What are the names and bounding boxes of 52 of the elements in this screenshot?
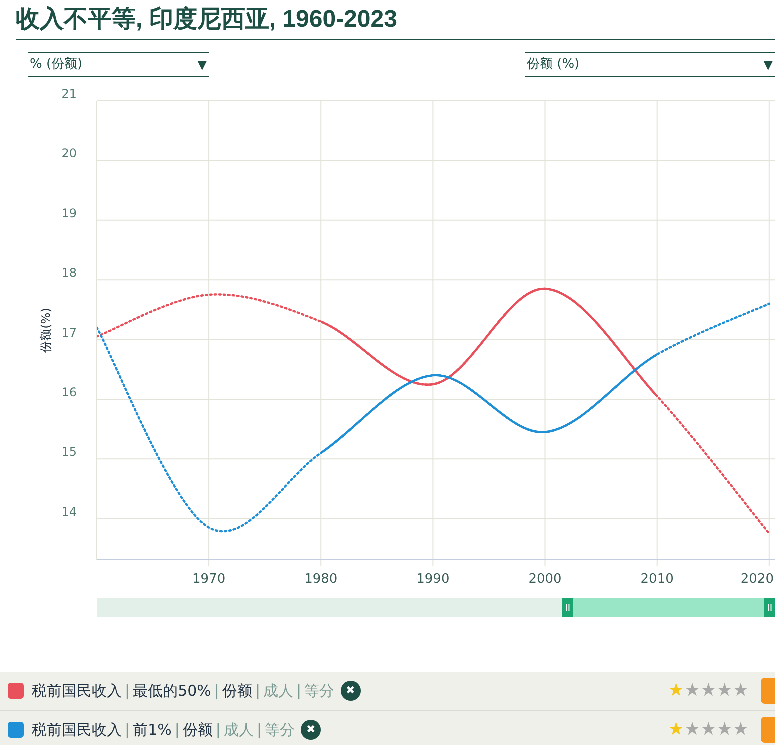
- separator: |: [125, 720, 130, 741]
- series-label-part: 份额: [222, 680, 252, 702]
- y-axis-label: 份额(%): [39, 308, 53, 353]
- x-tick-label: 2020: [740, 572, 774, 587]
- separator: |: [125, 680, 130, 702]
- star-icon[interactable]: ★: [732, 682, 749, 700]
- y-tick-label: 21: [62, 87, 77, 101]
- series-label-part: 税前国民收入: [32, 680, 122, 702]
- star-icon[interactable]: ★: [684, 682, 701, 700]
- series-label-part: 等分: [265, 720, 296, 741]
- star-icon[interactable]: ★: [716, 682, 733, 700]
- separator: |: [255, 680, 261, 702]
- star-icon[interactable]: ★: [700, 682, 717, 700]
- unit-dropdown[interactable]: 份额 (%) ▼: [525, 52, 775, 77]
- star-icon[interactable]: ★: [668, 721, 684, 739]
- star-icon[interactable]: ★: [700, 721, 717, 739]
- slider-handle[interactable]: [562, 598, 574, 617]
- star-icon[interactable]: ★: [716, 721, 733, 739]
- star-icon[interactable]: ★: [684, 721, 701, 739]
- slider-handle[interactable]: [764, 598, 775, 617]
- y-tick-label: 20: [62, 146, 77, 161]
- series-label-part: 税前国民收入: [32, 720, 122, 741]
- x-tick-label: 1980: [304, 572, 338, 587]
- separator: |: [174, 720, 180, 741]
- x-tick-label: 1990: [416, 572, 450, 587]
- separator: |: [296, 680, 302, 702]
- series-label-part: 份额: [182, 720, 213, 741]
- series-label-part: 成人: [224, 720, 254, 741]
- page-title: 收入不平等, 印度尼西亚, 1960-2023: [16, 0, 775, 40]
- caret-icon: ▼: [764, 56, 773, 74]
- y-tick-label: 19: [62, 206, 77, 220]
- series-label-part: 成人: [264, 680, 294, 702]
- star-icon[interactable]: ★: [668, 682, 684, 700]
- x-tick-label: 2010: [640, 572, 674, 587]
- unit-dropdown[interactable]: % (份额) ▼: [28, 52, 209, 77]
- caret-icon: ▼: [198, 56, 207, 74]
- close-icon[interactable]: ✖: [301, 720, 322, 740]
- separator: |: [216, 720, 221, 741]
- series-label-part: 前1%: [133, 720, 172, 741]
- series-label-part: 最低的50%: [133, 680, 212, 702]
- separator: |: [214, 680, 220, 702]
- y-tick-label: 16: [62, 385, 77, 400]
- y-tick-label: 15: [62, 445, 77, 460]
- separator: |: [256, 720, 262, 741]
- y-tick-label: 18: [62, 266, 77, 280]
- x-tick-label: 1970: [192, 572, 226, 587]
- x-tick-label: 2000: [528, 572, 562, 587]
- series-label-part: 等分: [304, 680, 335, 702]
- y-tick-label: 14: [62, 504, 77, 519]
- y-tick-label: 17: [62, 326, 77, 340]
- star-icon[interactable]: ★: [732, 721, 749, 739]
- close-icon[interactable]: ✖: [340, 681, 361, 701]
